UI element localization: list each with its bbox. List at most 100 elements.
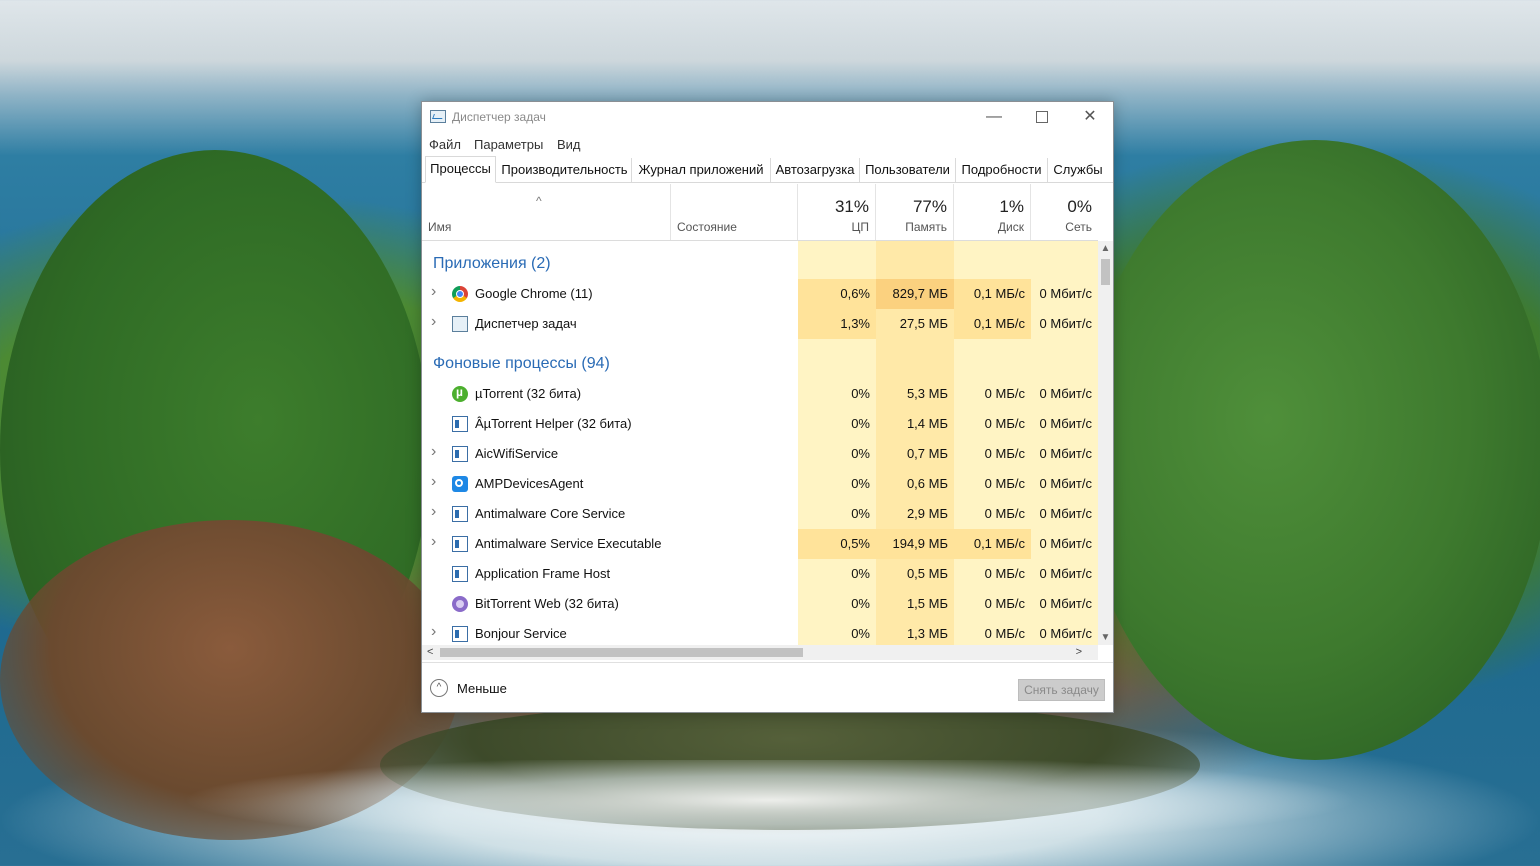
end-task-button[interactable]: Снять задачу <box>1018 679 1105 701</box>
tab-performance[interactable]: Производительность <box>498 158 632 182</box>
process-name: Bonjour Service <box>475 626 567 641</box>
scroll-right-icon[interactable]: > <box>1076 645 1082 660</box>
menu-options[interactable]: Параметры <box>474 137 543 152</box>
net-value: 0 Мбит/с <box>1039 506 1092 521</box>
network-total: 0% <box>1067 197 1092 216</box>
mem-value: 0,5 МБ <box>906 566 948 581</box>
expand-chevron-icon[interactable]: › <box>431 443 436 461</box>
tab-services[interactable]: Службы <box>1048 158 1108 182</box>
cpu-value: 0% <box>851 506 870 521</box>
net-value: 0 Мбит/с <box>1039 596 1092 611</box>
cpu-value: 0,6% <box>798 279 876 309</box>
disk-value: 0 МБ/с <box>984 596 1025 611</box>
fewer-details-label: Меньше <box>457 681 507 696</box>
expand-chevron-icon[interactable]: › <box>431 533 436 551</box>
sort-ascending-icon: ^ <box>536 194 542 208</box>
net-value: 0 Мбит/с <box>1039 386 1092 401</box>
task-manager-window: Диспетчер задач — ✕ Файл Параметры Вид П… <box>421 101 1114 713</box>
background-surf <box>0 760 1540 866</box>
column-disk[interactable]: 1% Диск <box>954 184 1031 240</box>
disk-value: 0 МБ/с <box>984 476 1025 491</box>
process-row[interactable]: BitTorrent Web (32 бита) 0% 1,5 МБ 0 МБ/с 0 … <box>422 589 1098 619</box>
scroll-down-icon[interactable]: ▼ <box>1098 632 1113 643</box>
chevron-up-circle-icon: ^ <box>430 679 448 697</box>
service-icon <box>452 566 468 582</box>
disk-label: Диск <box>997 220 1024 234</box>
maximize-icon <box>1036 110 1048 123</box>
tab-processes[interactable]: Процессы <box>425 156 496 183</box>
group-title-background: Фоновые процессы (94) <box>433 355 610 372</box>
process-name: µTorrent (32 бита) <box>475 386 582 401</box>
scroll-left-icon[interactable]: < <box>427 645 433 660</box>
process-row[interactable]: ÂµTorrent Helper (32 бита) 0% 1,4 МБ 0 МБ/с… <box>422 409 1098 439</box>
cpu-total: 31% <box>834 197 869 216</box>
net-value: 0 Мбит/с <box>1039 566 1092 581</box>
net-value: 0 Мбит/с <box>1039 316 1092 331</box>
menu-file[interactable]: Файл <box>429 137 461 152</box>
mem-value: 194,9 МБ <box>876 529 954 559</box>
column-memory[interactable]: 77% Память <box>876 184 954 240</box>
tab-users[interactable]: Пользователи <box>860 158 956 182</box>
expand-chevron-icon[interactable]: › <box>431 283 436 301</box>
process-name: Диспетчер задач <box>475 316 577 331</box>
process-name: Antimalware Core Service <box>475 506 626 521</box>
process-row[interactable]: › Antimalware Core Service 0% 2,9 МБ 0 МБ/с 0… <box>422 499 1098 529</box>
process-name: Antimalware Service Executable <box>475 536 662 551</box>
disk-value: 0 МБ/с <box>984 386 1025 401</box>
column-name[interactable]: ^ Имя <box>422 184 671 240</box>
menu-view[interactable]: Вид <box>557 137 581 152</box>
mem-value: 1,4 МБ <box>906 416 948 431</box>
service-icon <box>452 626 468 642</box>
mem-value: 0,7 МБ <box>906 446 948 461</box>
minimize-button[interactable]: — <box>970 102 1018 132</box>
task-manager-icon <box>430 110 446 123</box>
process-row[interactable]: › AicWifiService 0% 0,7 МБ 0 МБ/с 0 Мбит/с <box>422 439 1098 469</box>
cpu-value: 0% <box>851 626 870 641</box>
disk-value: 0 МБ/с <box>984 626 1025 641</box>
process-list: Приложения (2) Фоновые процессы (94) › Go… <box>422 241 1098 645</box>
disk-total: 1% <box>999 197 1024 216</box>
horizontal-scrollbar[interactable]: < > <box>422 645 1098 660</box>
disk-value: 0 МБ/с <box>984 416 1025 431</box>
vertical-scrollbar[interactable]: ▲ ▼ <box>1098 241 1113 645</box>
window-title: Диспетчер задач <box>452 110 546 124</box>
utorrent-icon <box>452 385 468 402</box>
process-row[interactable]: › Antimalware Service Executable 0,5% 194,9… <box>422 529 1098 559</box>
expand-chevron-icon[interactable]: › <box>431 623 436 641</box>
task-manager-icon <box>452 316 468 332</box>
tab-bar: Процессы Производительность Журнал прило… <box>422 156 1113 183</box>
tab-details[interactable]: Подробности <box>956 158 1048 182</box>
expand-chevron-icon[interactable]: › <box>431 503 436 521</box>
mem-value: 5,3 МБ <box>906 386 948 401</box>
process-row[interactable]: › Bonjour Service 0% 1,3 МБ 0 МБ/с 0 Мбит/с <box>422 619 1098 645</box>
title-bar[interactable]: Диспетчер задач — ✕ <box>422 102 1113 132</box>
tab-app-history[interactable]: Журнал приложений <box>632 158 771 182</box>
disk-value: 0,1 МБ/с <box>954 309 1031 339</box>
column-status-label: Состояние <box>677 220 737 234</box>
net-value: 0 Мбит/с <box>1039 416 1092 431</box>
maximize-button[interactable] <box>1018 102 1066 132</box>
expand-chevron-icon[interactable]: › <box>431 473 436 491</box>
process-row[interactable]: › AMPDevicesAgent 0% 0,6 МБ 0 МБ/с 0 Мбит/с <box>422 469 1098 499</box>
scroll-up-icon[interactable]: ▲ <box>1098 243 1113 254</box>
process-name: Application Frame Host <box>475 566 611 581</box>
disk-value: 0 МБ/с <box>984 446 1025 461</box>
column-status[interactable]: Состояние <box>671 184 798 240</box>
disk-value: 0 МБ/с <box>984 506 1025 521</box>
group-header-apps: Приложения (2) <box>422 249 1098 279</box>
vertical-scroll-thumb[interactable] <box>1101 259 1110 285</box>
process-row[interactable]: › Диспетчер задач 1,3% 27,5 МБ 0,1 МБ/с 0 Мби… <box>422 309 1098 339</box>
process-row[interactable]: Application Frame Host 0% 0,5 МБ 0 МБ/с 0 Мб… <box>422 559 1098 589</box>
column-network[interactable]: 0% Сеть <box>1031 184 1098 240</box>
mem-value: 27,5 МБ <box>899 316 948 331</box>
group-header-background: Фоновые процессы (94) <box>422 349 1098 379</box>
mem-value: 0,6 МБ <box>906 476 948 491</box>
cpu-label: ЦП <box>851 220 869 234</box>
close-button[interactable]: ✕ <box>1066 102 1114 132</box>
expand-chevron-icon[interactable]: › <box>431 313 436 331</box>
process-row[interactable]: › Google Chrome (11) 0,6% 829,7 МБ 0,1 МБ/с 0… <box>422 279 1098 309</box>
tab-startup[interactable]: Автозагрузка <box>771 158 860 182</box>
horizontal-scroll-thumb[interactable] <box>440 648 803 657</box>
column-cpu[interactable]: 31% ЦП <box>798 184 876 240</box>
process-row[interactable]: µTorrent (32 бита) 0% 5,3 МБ 0 МБ/с 0 Мбит/с <box>422 379 1098 409</box>
